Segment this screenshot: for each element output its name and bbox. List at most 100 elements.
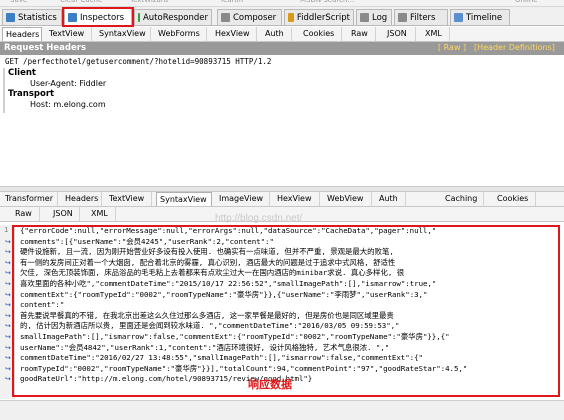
- main-tab-strip: Statistics Inspectors AutoResponder Comp…: [0, 7, 564, 26]
- wrap-arrow-icon: ↪: [5, 343, 11, 352]
- json-line: content":": [20, 300, 65, 310]
- response-tab-cookies[interactable]: Cookies: [494, 192, 536, 206]
- response-tab-json[interactable]: JSON: [50, 207, 80, 221]
- script-icon: [288, 13, 294, 22]
- tab-composer[interactable]: Composer: [217, 9, 282, 25]
- header-host: Host: m.elong.com: [30, 100, 106, 109]
- response-tab-xml[interactable]: XML: [88, 207, 116, 221]
- wrap-arrow-icon: ↪: [5, 280, 11, 288]
- wrap-arrow-icon: ↪: [5, 322, 11, 331]
- request-tab-json[interactable]: JSON: [384, 27, 416, 41]
- line-number: 1: [4, 226, 9, 234]
- wrap-arrow-icon: ↪: [5, 364, 11, 373]
- response-data-annotation: 响应数据: [248, 378, 292, 391]
- tab-label: Log: [372, 12, 388, 23]
- filter-icon: [398, 13, 407, 22]
- json-line: 的, 估计因为新酒店所以贵, 里面还是会闻到较水味道. ","commentDa…: [20, 321, 400, 331]
- response-tab-auth[interactable]: Auth: [376, 192, 406, 206]
- wrap-arrow-icon: ↪: [5, 290, 11, 299]
- toolbar-item[interactable]: TextWizard: [130, 0, 168, 4]
- group-transport[interactable]: Transport: [8, 89, 54, 99]
- lightning-icon: [138, 13, 140, 22]
- response-tab-webview[interactable]: WebView: [324, 192, 372, 206]
- header-definitions-link[interactable]: [Header Definitions]: [474, 43, 555, 52]
- json-line: 喜欢里面的各种小吃","commentDateTime":"2015/10/17…: [20, 279, 437, 288]
- wrap-arrow-icon: ↪: [5, 354, 11, 363]
- response-tab-syntaxview[interactable]: SyntaxView: [156, 192, 212, 206]
- toolbar-item[interactable]: Online: [515, 0, 538, 4]
- response-body-editor[interactable]: 1 {"errorCode":null,"errorMessage":null,…: [0, 225, 564, 399]
- request-headers-title: Request Headers: [4, 43, 87, 53]
- bottom-area: [0, 400, 564, 420]
- request-tab-webforms[interactable]: WebForms: [155, 27, 207, 41]
- composer-icon: [221, 13, 230, 22]
- raw-link[interactable]: [ Raw ]: [438, 43, 466, 52]
- request-tab-strip: Headers TextView SyntaxView WebForms Hex…: [0, 27, 564, 42]
- request-tab-cookies[interactable]: Cookies: [300, 27, 342, 41]
- wrap-arrow-icon: ↪: [5, 333, 11, 341]
- request-tab-headers[interactable]: Headers: [2, 27, 42, 41]
- json-line: userName":"会员4842","userRank":1,"content…: [20, 342, 390, 352]
- json-line: 欠佳, 深色无顶装饰面, 床品浴品的毛毛粘上去着都来有点欢尘过大一在国内酒店的m…: [20, 268, 405, 278]
- log-icon: [360, 13, 369, 22]
- tab-label: FiddlerScript: [296, 12, 350, 23]
- json-line: commentExt":{"roomTypeId":"0002","roomTy…: [20, 289, 428, 299]
- group-client[interactable]: Client: [8, 68, 36, 78]
- response-tab-hexview[interactable]: HexView: [274, 192, 320, 206]
- tab-label: Statistics: [18, 12, 57, 23]
- json-line: 有一侧的发房间正对着一个大烟囱, 配合着北京的雾霾, 真心识别, 酒店最大的问题…: [20, 257, 396, 267]
- tab-label: Timeline: [466, 12, 503, 23]
- inspectors-icon: [68, 13, 77, 22]
- json-line: commentDateTime":"2016/02/27 13:48:55","…: [20, 353, 423, 363]
- wrap-arrow-icon: ↪: [5, 237, 11, 246]
- response-tab-raw[interactable]: Raw: [12, 207, 40, 221]
- tab-autoresponder[interactable]: AutoResponder: [134, 9, 212, 25]
- tab-label: Composer: [233, 12, 277, 23]
- toolbar-item[interactable]: MSDN Search...: [300, 0, 354, 4]
- request-tab-textview[interactable]: TextView: [46, 27, 92, 41]
- wrap-arrow-icon: ↪: [5, 269, 11, 278]
- request-tab-hexview[interactable]: HexView: [212, 27, 257, 41]
- request-tab-raw[interactable]: Raw: [348, 27, 376, 41]
- tab-label: Filters: [410, 12, 436, 23]
- request-tab-xml[interactable]: XML: [422, 27, 450, 41]
- tab-fiddlerscript[interactable]: FiddlerScript: [284, 9, 354, 25]
- json-line: 首先要说早餐真的不错, 在我北京出差这么久住过那么多酒店, 这一家早餐是最好的,…: [20, 310, 394, 320]
- tab-label: AutoResponder: [142, 12, 208, 23]
- json-line: 硬件设施新, 且一流, 因为刚开始营业好多设有投入使用. 也确实有一点味道, 但…: [20, 247, 394, 257]
- json-line: {"errorCode":null,"errorMessage":null,"e…: [20, 226, 437, 235]
- toolbar-item[interactable]: Save: [10, 0, 27, 4]
- request-line: GET /perfecthotel/getusercomment/?hoteli…: [5, 57, 272, 66]
- json-line: roomTypeId":"0002","roomTypeName":"豪华房"}…: [20, 363, 468, 373]
- top-toolbar: Save Clear Cache TextWizard Tearoff MSDN Sea…: [0, 0, 564, 7]
- request-tab-auth[interactable]: Auth: [262, 27, 292, 41]
- response-tab-textview[interactable]: TextView: [106, 192, 152, 206]
- tab-log[interactable]: Log: [356, 9, 392, 25]
- wrap-arrow-icon: ↪: [5, 311, 11, 320]
- tab-inspectors[interactable]: Inspectors: [64, 8, 132, 26]
- request-tab-syntaxview[interactable]: SyntaxView: [96, 27, 151, 41]
- watermark: http://blog.csdn.net/: [215, 213, 303, 224]
- header-user-agent: User-Agent: Fiddler: [30, 79, 107, 88]
- wrap-arrow-icon: ↪: [5, 258, 11, 267]
- json-line: smallImagePath":[],"ismarrow":false,"com…: [20, 332, 450, 341]
- response-tab-strip-1: Transformer Headers TextView SyntaxView …: [0, 192, 564, 207]
- tab-timeline[interactable]: Timeline: [450, 9, 510, 25]
- request-headers-bar: Request Headers [ Raw ] [Header Definiti…: [0, 42, 564, 55]
- toolbar-item[interactable]: Clear Cache: [60, 0, 102, 4]
- toolbar-item[interactable]: Tearoff: [220, 0, 244, 4]
- tab-statistics[interactable]: Statistics: [2, 9, 62, 25]
- json-line: comments":[{"userName":"会员4245","userRan…: [20, 236, 274, 246]
- wrap-arrow-icon: ↪: [5, 248, 11, 257]
- response-tab-imageview[interactable]: ImageView: [216, 192, 270, 206]
- tab-label: Inspectors: [80, 12, 125, 23]
- response-tab-transformer[interactable]: Transformer: [2, 192, 58, 206]
- response-tab-caching[interactable]: Caching: [442, 192, 484, 206]
- timeline-icon: [454, 13, 463, 22]
- tab-filters[interactable]: Filters: [394, 9, 448, 25]
- response-tab-headers[interactable]: Headers: [62, 192, 102, 206]
- wrap-arrow-icon: ↪: [5, 375, 11, 384]
- statistics-icon: [6, 13, 15, 22]
- wrap-arrow-icon: ↪: [5, 301, 11, 310]
- tree-guide: [3, 68, 5, 113]
